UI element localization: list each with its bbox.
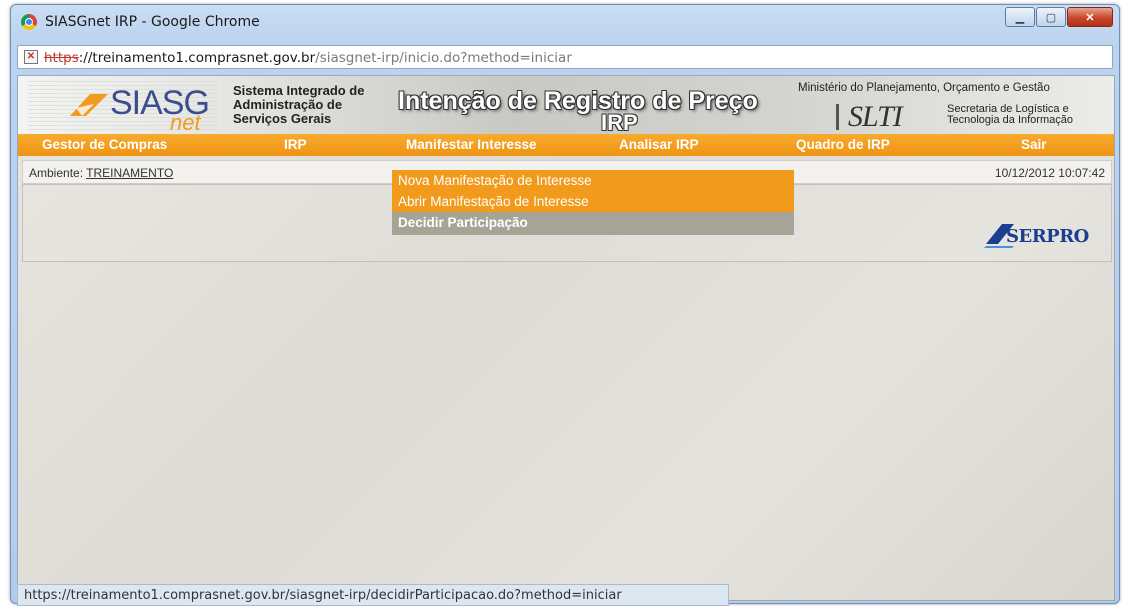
url-host: ://treinamento1.comprasnet.gov.br bbox=[78, 50, 316, 66]
menu-gestor-de-compras[interactable]: Gestor de Compras bbox=[42, 137, 167, 152]
ambiente-info: Ambiente: TREINAMENTO bbox=[29, 166, 173, 180]
manifestar-interesse-dropdown: Nova Manifestação de Interesse Abrir Man… bbox=[392, 170, 794, 235]
session-timestamp: 10/12/2012 10:07:42 bbox=[994, 166, 1105, 180]
minimize-icon: ▁ bbox=[1015, 11, 1025, 24]
insecure-connection-icon[interactable]: ✕ bbox=[24, 50, 38, 64]
system-name: Sistema Integrado de Administração de Se… bbox=[233, 84, 364, 126]
dropdown-item-abrir-manifestacao[interactable]: Abrir Manifestação de Interesse bbox=[392, 191, 794, 212]
system-name-line1: Sistema Integrado de bbox=[233, 83, 365, 98]
siasg-swoosh-icon bbox=[70, 94, 108, 116]
maximize-icon: ▢ bbox=[1045, 11, 1057, 24]
main-menu-bar: Gestor de Compras IRP Manifestar Interes… bbox=[18, 134, 1114, 156]
dropdown-item-decidir-participacao[interactable]: Decidir Participação bbox=[392, 212, 794, 235]
title-bar: SIASGnet IRP - Google Chrome ▁ ▢ ✕ bbox=[11, 5, 1119, 39]
slti-line2: Tecnologia da Informação bbox=[947, 114, 1073, 126]
slti-divider bbox=[836, 104, 839, 130]
url-path: /siasgnet-irp/inicio.do?method=iniciar bbox=[315, 50, 572, 66]
menu-irp[interactable]: IRP bbox=[284, 137, 307, 152]
banner-subtitle: IRP bbox=[601, 110, 638, 135]
serpro-logo: SERPRO bbox=[984, 220, 1104, 250]
slti-text: Secretaria de Logística e Tecnologia da … bbox=[947, 104, 1073, 126]
menu-analisar-irp[interactable]: Analisar IRP bbox=[619, 137, 699, 152]
slti-mark: SLTI bbox=[848, 100, 903, 133]
status-bar: https://treinamento1.comprasnet.gov.br/s… bbox=[17, 584, 729, 606]
url-scheme: https bbox=[44, 50, 79, 66]
chrome-icon bbox=[21, 14, 37, 30]
menu-manifestar-interesse[interactable]: Manifestar Interesse bbox=[406, 137, 537, 152]
menu-sair[interactable]: Sair bbox=[1021, 137, 1047, 152]
page-viewport: SIASG net Sistema Integrado de Administr… bbox=[17, 75, 1115, 601]
browser-window: SIASGnet IRP - Google Chrome ▁ ▢ ✕ ✕ htt… bbox=[10, 4, 1120, 606]
slti-logo: SLTI Secretaria de Logística e Tecnologi… bbox=[836, 100, 1114, 133]
siasg-logo[interactable]: SIASG net bbox=[68, 82, 218, 135]
window-controls: ▁ ▢ ✕ bbox=[1004, 7, 1113, 27]
minimize-button[interactable]: ▁ bbox=[1005, 7, 1035, 27]
banner-title: Intenção de Registro de Preço bbox=[398, 87, 758, 115]
dropdown-item-nova-manifestacao[interactable]: Nova Manifestação de Interesse bbox=[392, 170, 794, 191]
menu-quadro-de-irp[interactable]: Quadro de IRP bbox=[796, 137, 890, 152]
serpro-text: SERPRO bbox=[1006, 226, 1089, 247]
maximize-button[interactable]: ▢ bbox=[1036, 7, 1066, 27]
siasg-logo-net: net bbox=[170, 110, 201, 135]
system-name-line3: Serviços Gerais bbox=[233, 111, 332, 126]
close-icon: ✕ bbox=[1085, 11, 1095, 24]
system-name-line2: Administração de bbox=[233, 97, 343, 112]
address-url[interactable]: https://treinamento1.comprasnet.gov.br/s… bbox=[44, 50, 572, 66]
site-banner: SIASG net Sistema Integrado de Administr… bbox=[18, 76, 1114, 135]
window-title: SIASGnet IRP - Google Chrome bbox=[45, 14, 260, 30]
ambiente-link[interactable]: TREINAMENTO bbox=[86, 166, 173, 180]
ministry-name: Ministério do Planejamento, Orçamento e … bbox=[798, 82, 1050, 94]
close-button[interactable]: ✕ bbox=[1067, 7, 1113, 27]
ambiente-label: Ambiente: bbox=[29, 166, 87, 180]
address-bar[interactable]: ✕ https://treinamento1.comprasnet.gov.br… bbox=[17, 45, 1113, 69]
